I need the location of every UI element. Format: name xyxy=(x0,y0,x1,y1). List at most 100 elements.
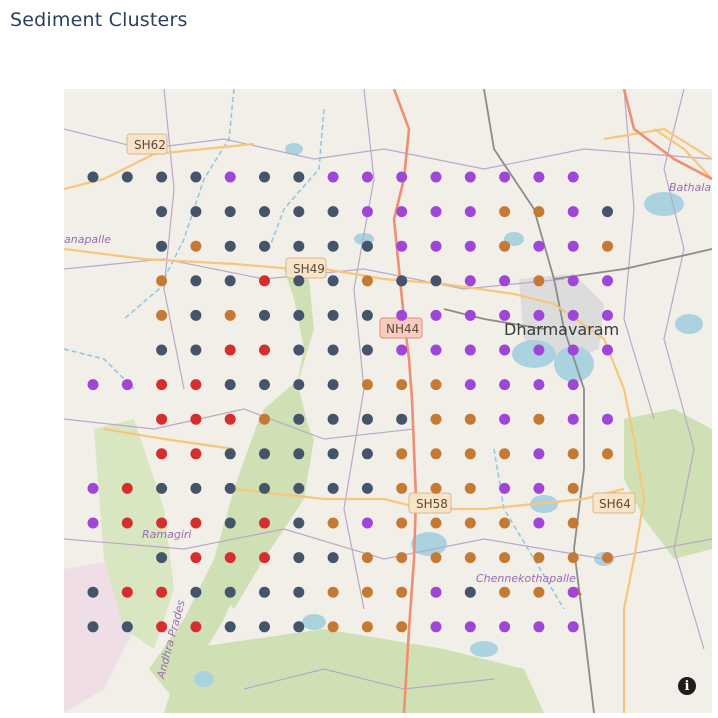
cluster-point-dark[interactable] xyxy=(224,482,236,494)
cluster-point-purple[interactable] xyxy=(499,275,511,287)
cluster-point-dark[interactable] xyxy=(259,586,270,598)
cluster-point-purple[interactable] xyxy=(602,413,613,425)
cluster-point-dark[interactable] xyxy=(156,240,168,252)
cluster-point-purple[interactable] xyxy=(430,586,442,598)
cluster-point-dark[interactable] xyxy=(327,275,339,287)
cluster-point-orange[interactable] xyxy=(464,482,476,494)
cluster-point-purple[interactable] xyxy=(396,171,408,183)
cluster-point-purple[interactable] xyxy=(533,621,545,633)
cluster-point-orange[interactable] xyxy=(533,552,545,564)
cluster-point-orange[interactable] xyxy=(156,309,168,321)
cluster-point-dark[interactable] xyxy=(361,240,373,252)
cluster-point-purple[interactable] xyxy=(464,379,476,391)
cluster-point-orange[interactable] xyxy=(499,586,511,598)
cluster-point-purple[interactable] xyxy=(396,309,408,321)
cluster-point-purple[interactable] xyxy=(567,621,579,633)
cluster-point-purple[interactable] xyxy=(499,344,511,356)
cluster-point-orange[interactable] xyxy=(430,482,442,494)
cluster-point-orange[interactable] xyxy=(224,309,236,321)
cluster-point-purple[interactable] xyxy=(430,309,442,321)
cluster-point-orange[interactable] xyxy=(190,240,202,252)
cluster-point-dark[interactable] xyxy=(190,344,202,356)
cluster-point-purple[interactable] xyxy=(361,517,373,529)
cluster-point-purple[interactable] xyxy=(533,482,545,494)
cluster-point-dark[interactable] xyxy=(224,206,236,218)
cluster-point-orange[interactable] xyxy=(327,621,339,633)
cluster-point-orange[interactable] xyxy=(430,552,442,564)
cluster-point-red[interactable] xyxy=(224,344,236,356)
cluster-point-orange[interactable] xyxy=(361,586,373,598)
cluster-point-dark[interactable] xyxy=(224,275,236,287)
cluster-point-dark[interactable] xyxy=(190,171,202,183)
cluster-point-dark[interactable] xyxy=(293,379,305,391)
cluster-point-dark[interactable] xyxy=(259,379,270,391)
cluster-point-dark[interactable] xyxy=(156,206,168,218)
cluster-point-red[interactable] xyxy=(259,517,270,529)
cluster-point-red[interactable] xyxy=(156,517,168,529)
cluster-point-dark[interactable] xyxy=(293,240,305,252)
cluster-point-purple[interactable] xyxy=(499,621,511,633)
cluster-point-orange[interactable] xyxy=(396,379,408,391)
cluster-point-orange[interactable] xyxy=(533,586,545,598)
cluster-point-orange[interactable] xyxy=(430,413,442,425)
cluster-point-purple[interactable] xyxy=(464,621,476,633)
cluster-point-orange[interactable] xyxy=(464,517,476,529)
cluster-point-orange[interactable] xyxy=(602,448,613,460)
cluster-point-orange[interactable] xyxy=(430,448,442,460)
cluster-point-orange[interactable] xyxy=(567,517,579,529)
cluster-point-dark[interactable] xyxy=(224,379,236,391)
cluster-point-dark[interactable] xyxy=(190,275,202,287)
cluster-point-purple[interactable] xyxy=(499,309,511,321)
cluster-point-purple[interactable] xyxy=(533,240,545,252)
cluster-point-orange[interactable] xyxy=(156,275,168,287)
cluster-point-orange[interactable] xyxy=(533,413,545,425)
cluster-point-orange[interactable] xyxy=(499,448,511,460)
cluster-point-purple[interactable] xyxy=(567,206,579,218)
cluster-point-purple[interactable] xyxy=(533,379,545,391)
cluster-point-dark[interactable] xyxy=(190,206,202,218)
cluster-point-purple[interactable] xyxy=(430,344,442,356)
cluster-point-purple[interactable] xyxy=(567,344,579,356)
cluster-point-orange[interactable] xyxy=(361,379,373,391)
cluster-point-dark[interactable] xyxy=(327,413,339,425)
cluster-point-dark[interactable] xyxy=(156,171,168,183)
cluster-point-red[interactable] xyxy=(156,413,168,425)
cluster-point-dark[interactable] xyxy=(293,517,305,529)
cluster-point-red[interactable] xyxy=(190,517,202,529)
cluster-point-dark[interactable] xyxy=(396,275,408,287)
cluster-point-red[interactable] xyxy=(224,552,236,564)
cluster-point-dark[interactable] xyxy=(327,240,339,252)
cluster-point-red[interactable] xyxy=(190,552,202,564)
cluster-point-purple[interactable] xyxy=(87,517,99,529)
cluster-point-dark[interactable] xyxy=(361,413,373,425)
cluster-point-dark[interactable] xyxy=(327,482,339,494)
cluster-point-dark[interactable] xyxy=(464,586,476,598)
cluster-point-purple[interactable] xyxy=(567,309,579,321)
cluster-point-dark[interactable] xyxy=(293,309,305,321)
cluster-point-dark[interactable] xyxy=(259,448,270,460)
cluster-point-red[interactable] xyxy=(224,413,236,425)
cluster-point-purple[interactable] xyxy=(87,482,99,494)
cluster-point-dark[interactable] xyxy=(190,482,202,494)
cluster-point-red[interactable] xyxy=(121,586,133,598)
cluster-point-red[interactable] xyxy=(190,621,202,633)
cluster-point-purple[interactable] xyxy=(396,206,408,218)
cluster-point-orange[interactable] xyxy=(464,552,476,564)
cluster-point-orange[interactable] xyxy=(602,240,613,252)
cluster-point-orange[interactable] xyxy=(464,448,476,460)
cluster-point-dark[interactable] xyxy=(156,344,168,356)
cluster-point-orange[interactable] xyxy=(499,240,511,252)
cluster-point-purple[interactable] xyxy=(430,240,442,252)
cluster-point-purple[interactable] xyxy=(361,206,373,218)
cluster-point-orange[interactable] xyxy=(430,379,442,391)
cluster-point-dark[interactable] xyxy=(224,517,236,529)
cluster-point-dark[interactable] xyxy=(224,621,236,633)
cluster-point-purple[interactable] xyxy=(464,206,476,218)
cluster-point-purple[interactable] xyxy=(499,379,511,391)
cluster-point-dark[interactable] xyxy=(361,482,373,494)
cluster-point-orange[interactable] xyxy=(361,552,373,564)
cluster-point-purple[interactable] xyxy=(567,586,579,598)
cluster-point-purple[interactable] xyxy=(121,379,133,391)
cluster-point-orange[interactable] xyxy=(396,482,408,494)
cluster-point-purple[interactable] xyxy=(87,379,99,391)
